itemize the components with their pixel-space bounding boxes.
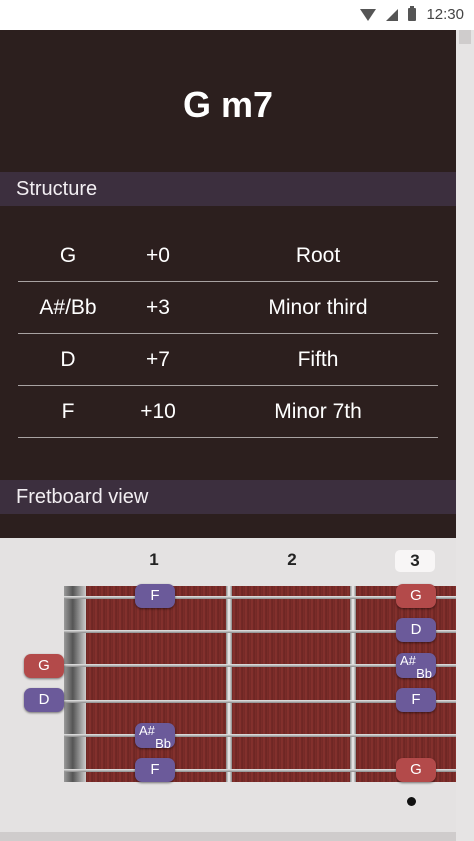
fret-number-1[interactable]: 1 bbox=[134, 550, 174, 570]
table-row: G +0 Root bbox=[18, 230, 438, 282]
note-cell: D bbox=[60, 347, 76, 371]
section-header-fretboard: Fretboard view bbox=[0, 480, 456, 514]
degree-cell: Fifth bbox=[297, 347, 339, 371]
horizontal-scrollbar[interactable] bbox=[0, 832, 456, 841]
section-header-structure: Structure bbox=[0, 172, 456, 206]
status-icons: 12:30 bbox=[360, 6, 464, 23]
note-marker-a-sharp[interactable]: A# Bb bbox=[135, 723, 175, 751]
fret-number-3[interactable]: 3 bbox=[395, 550, 435, 572]
fret-number-2[interactable]: 2 bbox=[272, 550, 312, 570]
degree-cell: Root bbox=[295, 243, 341, 267]
note-marker-f[interactable]: F bbox=[396, 688, 436, 712]
note-flat-name: Bb bbox=[155, 736, 171, 751]
note-cell: G bbox=[59, 243, 77, 267]
note-marker-g[interactable]: G bbox=[396, 584, 436, 608]
interval-cell: +7 bbox=[146, 347, 170, 371]
note-marker-open-g[interactable]: G bbox=[24, 654, 64, 678]
interval-cell: +10 bbox=[140, 399, 176, 423]
fretboard-wood bbox=[64, 586, 456, 782]
wifi-icon bbox=[360, 8, 377, 21]
note-marker-a-sharp[interactable]: A# Bb bbox=[396, 653, 436, 681]
battery-icon bbox=[408, 6, 417, 21]
chord-title: G m7 bbox=[182, 84, 274, 125]
fret-wire bbox=[226, 586, 232, 782]
interval-cell: +3 bbox=[146, 295, 170, 319]
fret-position-dot bbox=[407, 797, 416, 806]
note-flat-name: Bb bbox=[416, 666, 432, 681]
table-row: A#/Bb +3 Minor third bbox=[18, 282, 438, 334]
degree-cell: Minor third bbox=[268, 295, 368, 319]
note-marker-f[interactable]: F bbox=[135, 758, 175, 782]
note-sharp-name: A# bbox=[400, 653, 416, 668]
scrollbar-thumb[interactable] bbox=[459, 30, 471, 44]
guitar-string bbox=[64, 734, 456, 737]
fret-wire bbox=[350, 586, 356, 782]
structure-table: G +0 Root A#/Bb +3 Minor third D +7 Fift… bbox=[18, 230, 438, 438]
degree-cell: Minor 7th bbox=[274, 399, 362, 423]
note-marker-d[interactable]: D bbox=[396, 618, 436, 642]
interval-cell: +0 bbox=[146, 243, 170, 267]
fretboard-nut bbox=[64, 586, 86, 782]
note-marker-open-d[interactable]: D bbox=[24, 688, 64, 712]
vertical-scrollbar[interactable] bbox=[456, 30, 474, 841]
table-row: F +10 Minor 7th bbox=[18, 386, 438, 438]
note-cell: A#/Bb bbox=[39, 295, 97, 319]
note-sharp-name: A# bbox=[139, 723, 155, 738]
status-time: 12:30 bbox=[426, 6, 464, 23]
table-row: D +7 Fifth bbox=[18, 334, 438, 386]
note-marker-f[interactable]: F bbox=[135, 584, 175, 608]
status-bar: 12:30 bbox=[0, 0, 474, 30]
fretboard-view[interactable]: 1 2 3 G D F A# Bb F G D A# Bb F G bbox=[0, 538, 456, 841]
signal-icon bbox=[386, 8, 399, 21]
note-marker-g[interactable]: G bbox=[396, 758, 436, 782]
note-cell: F bbox=[61, 399, 75, 423]
